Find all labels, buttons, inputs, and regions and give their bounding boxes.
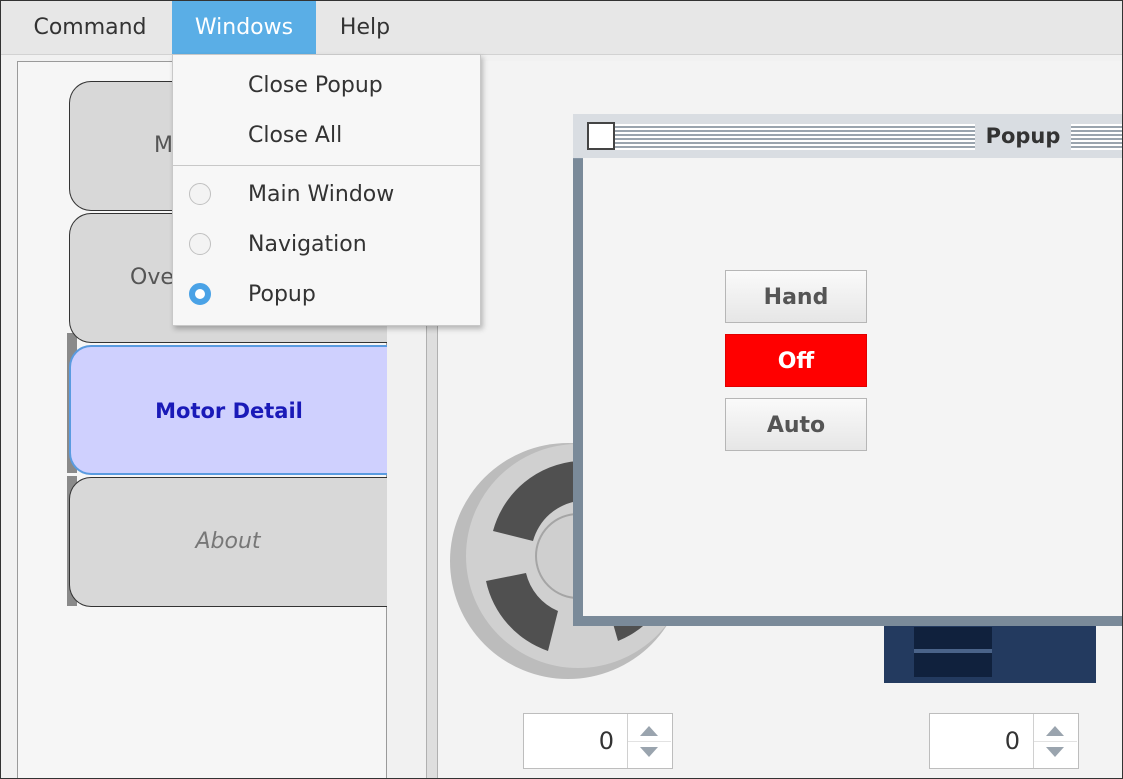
application-window: Command Windows Help M Ove Motor Detail … xyxy=(0,0,1123,779)
menu-bar: Command Windows Help xyxy=(1,1,1122,55)
menu-popup[interactable]: Popup xyxy=(173,272,480,318)
menu-main-window[interactable]: Main Window xyxy=(173,172,480,218)
auto-button[interactable]: Auto xyxy=(725,398,867,451)
menu-close-all[interactable]: Close All xyxy=(173,113,480,159)
nav-button-label: Motor Detail xyxy=(155,399,303,423)
spinner-down-icon[interactable] xyxy=(640,747,658,757)
menu-command[interactable]: Command xyxy=(15,1,165,54)
spinner-right[interactable]: 0 xyxy=(929,713,1079,769)
menu-item-label: Popup xyxy=(248,282,316,307)
spinner-arrows xyxy=(1033,714,1078,768)
menu-navigation[interactable]: Navigation xyxy=(173,222,480,268)
spinner-left[interactable]: 0 xyxy=(523,713,673,769)
menu-separator xyxy=(173,165,480,166)
spinner-divider xyxy=(628,741,671,742)
nav-button-label: About xyxy=(195,529,261,554)
spinner-value[interactable]: 0 xyxy=(930,714,1020,768)
radio-icon[interactable] xyxy=(189,183,211,205)
radio-selected-icon[interactable] xyxy=(189,283,211,305)
spinner-divider xyxy=(1034,741,1077,742)
menu-item-label: Close Popup xyxy=(248,73,383,98)
popup-title: Popup xyxy=(975,120,1071,152)
popup-content xyxy=(583,158,1122,616)
menu-close-popup[interactable]: Close Popup xyxy=(173,63,480,109)
menu-item-label: Navigation xyxy=(248,232,367,257)
menu-item-label: Close All xyxy=(248,123,343,148)
spinner-up-icon[interactable] xyxy=(640,726,658,736)
menu-help[interactable]: Help xyxy=(323,1,407,54)
spinner-arrows xyxy=(627,714,672,768)
radio-icon[interactable] xyxy=(189,233,211,255)
hand-button[interactable]: Hand xyxy=(725,270,867,323)
spinner-up-icon[interactable] xyxy=(1046,726,1064,736)
nav-button-motor-detail[interactable]: Motor Detail xyxy=(69,345,387,475)
window-menu-icon[interactable] xyxy=(587,122,615,150)
motor-base xyxy=(884,621,1096,683)
off-button[interactable]: Off xyxy=(725,334,867,387)
menu-windows[interactable]: Windows xyxy=(172,1,316,54)
spinner-down-icon[interactable] xyxy=(1046,747,1064,757)
popup-title-bar[interactable]: Popup xyxy=(573,114,1122,159)
menu-item-label: Main Window xyxy=(248,182,395,207)
spinner-value[interactable]: 0 xyxy=(524,714,614,768)
windows-menu-dropdown: Close Popup Close All Main Window Naviga… xyxy=(172,54,481,326)
nav-button-about[interactable]: About xyxy=(69,477,387,607)
